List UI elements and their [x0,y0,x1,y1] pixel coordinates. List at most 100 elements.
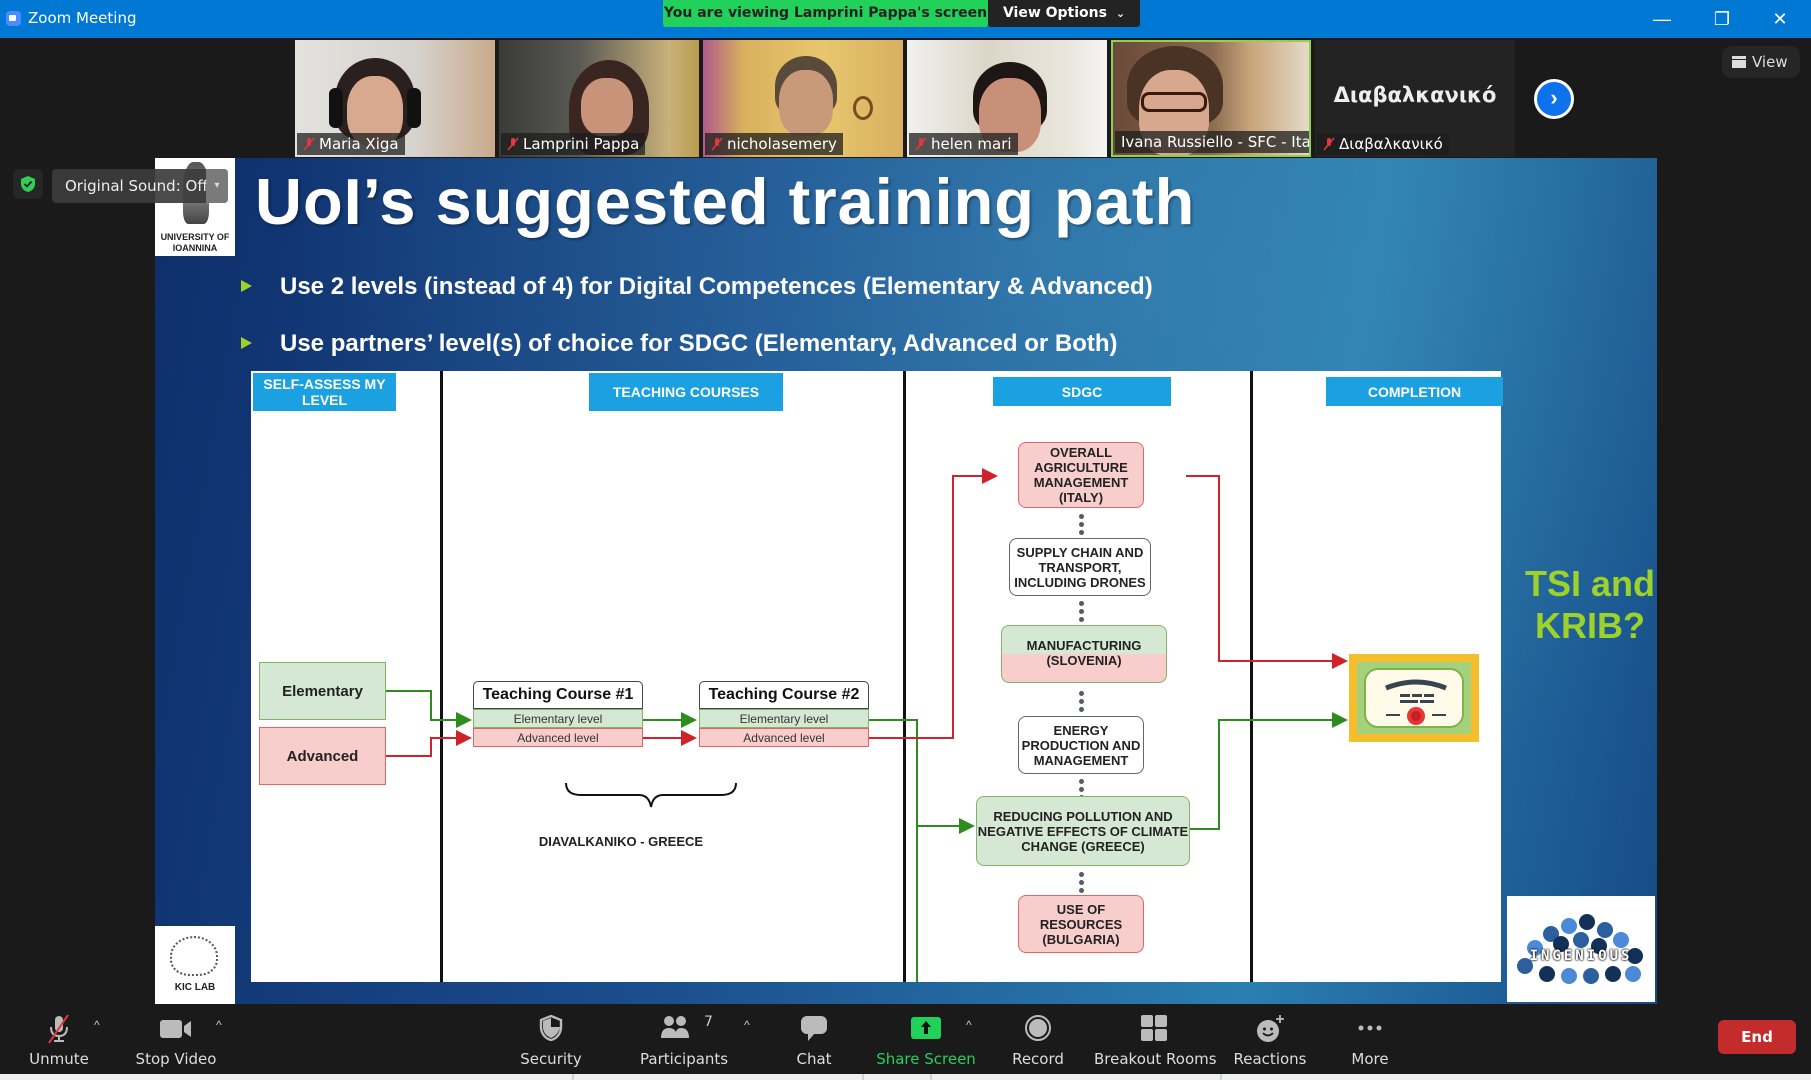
window-title: Zoom Meeting [28,9,137,27]
elementary-path-line [866,719,918,982]
share-screen-button[interactable]: Share Screen [876,1004,976,1074]
ellipsis-connector [1079,514,1085,538]
course-elementary-level: Elementary level [473,709,643,728]
next-page-button[interactable]: › [1534,79,1574,119]
sdgc-module-resources: USE OF RESOURCES (BULGARIA) [1018,895,1144,953]
divider [1220,1074,1222,1080]
ellipsis-connector [1079,601,1085,625]
bullet-arrow-icon [241,336,252,349]
chevron-right-icon: › [1550,85,1558,110]
mic-muted-icon [915,137,927,151]
breakout-rooms-label: Breakout Rooms [1094,1050,1217,1068]
ingenious-logo-text: INGENIOUS [1529,948,1633,964]
participants-button[interactable]: 7 Participants [640,1004,728,1074]
video-camera-icon [160,1020,191,1038]
mic-muted-icon [1323,137,1335,151]
mic-muted-icon [711,137,723,151]
divider [862,1074,864,1080]
participant-tile[interactable]: nicholasemery [703,40,903,157]
original-sound-toggle[interactable]: Original Sound: Off [52,169,228,203]
slide-side-note: TSI and KRIB? [1524,563,1655,646]
elementary-path-line [1186,712,1348,830]
encryption-shield-button[interactable] [13,169,43,199]
close-button[interactable]: ✕ [1752,0,1808,38]
sdgc-module-agriculture: OVERALL AGRICULTURE MANAGEMENT (ITALY) [1018,442,1144,508]
view-layout-button[interactable]: View [1722,46,1800,78]
elementary-path-line [386,690,472,728]
share-options-caret[interactable]: ^ [966,1018,972,1032]
diagram-connectors [386,468,1348,982]
audio-options-caret[interactable]: ^ [94,1018,100,1032]
headphones [407,88,421,128]
course-title: Teaching Course #1 [473,681,643,709]
breakout-rooms-button[interactable]: Breakout Rooms [1094,1004,1217,1074]
security-button[interactable]: Security [516,1004,586,1074]
original-sound-dropdown[interactable]: ▾ [206,169,228,203]
advanced-path-line [866,468,998,739]
participant-face [581,78,633,136]
ellipsis-connector [1079,691,1085,715]
participant-tile-active-speaker[interactable]: Ivana Russiello - SFC - Italy [1111,40,1311,157]
sdgc-module-pollution: REDUCING POLLUTION AND NEGATIVE EFFECTS … [976,796,1190,866]
headphones [329,88,343,128]
unmute-button[interactable]: Unmute [22,1004,96,1074]
advanced-path-line [386,730,472,757]
share-screen-arrow-icon [911,1017,941,1039]
advanced-level-box: Advanced [259,727,386,785]
slide-title: UoI’s suggested training path [255,165,1196,238]
breakout-rooms-grid-icon [1141,1015,1167,1041]
end-meeting-button[interactable]: End [1718,1020,1796,1054]
reaction-smiley-icon [1257,1015,1284,1042]
mic-muted-icon [507,137,519,151]
view-options-button[interactable]: View Options ⌄ [988,0,1140,27]
course-group-brace [565,782,737,808]
chat-label: Chat [796,1050,832,1068]
record-button[interactable]: Record [1006,1004,1070,1074]
video-gallery-strip: Maria Xiga Lamprini Pappa nicholasemery … [295,40,1517,157]
sdgc-module-energy: ENERGY PRODUCTION AND MANAGEMENT [1018,716,1144,774]
advanced-path-line [1186,475,1348,669]
taskbar-edge [0,1074,1811,1080]
participant-name-tag: Διαβαλκανικό [1317,133,1449,155]
chevron-down-icon: ⌄ [1115,7,1126,20]
view-options-label: View Options [1002,5,1107,21]
viewing-screen-banner: You are viewing Lamprini Pappa's screen [663,0,988,27]
ingenious-logo: INGENIOUS [1507,896,1655,1002]
more-label: More [1351,1050,1389,1068]
unmute-label: Unmute [29,1050,89,1068]
certificate-details [1385,679,1447,725]
stop-video-button[interactable]: Stop Video [134,1004,218,1074]
record-label: Record [1012,1050,1064,1068]
divider [572,1074,574,1080]
participants-options-caret[interactable]: ^ [744,1018,750,1032]
participant-tile[interactable]: Maria Xiga [295,40,495,157]
ellipsis-connector [1079,872,1085,896]
reactions-button[interactable]: Reactions [1230,1004,1310,1074]
slide-bullet: Use partners’ level(s) of choice for SDG… [241,330,1118,358]
bullet-arrow-icon [241,279,252,292]
participant-tile[interactable]: Lamprini Pappa [499,40,699,157]
wall-mirror [853,96,873,120]
gallery-view-icon [1732,56,1746,68]
slide-bullet: Use 2 levels (instead of 4) for Digital … [241,273,1153,301]
stop-video-label: Stop Video [135,1050,217,1068]
security-label: Security [520,1050,582,1068]
participant-face [779,70,833,136]
course-title: Teaching Course #2 [699,681,869,709]
chat-button[interactable]: Chat [786,1004,842,1074]
teaching-course-1: Teaching Course #1 Elementary level Adva… [473,681,643,747]
video-options-caret[interactable]: ^ [216,1018,222,1032]
minimize-button[interactable]: — [1634,0,1690,38]
sdgc-module-manufacturing: MANUFACTURING (SLOVENIA) [1001,625,1167,683]
restore-button[interactable]: ❐ [1694,0,1750,38]
participant-tile[interactable]: helen mari [907,40,1107,157]
participant-name-tag: Lamprini Pappa [501,133,646,155]
mic-muted-icon [303,137,315,151]
participant-name-tag: Maria Xiga [297,133,405,155]
kic-lab-logo: KIC LAB [155,926,235,1004]
participant-tile[interactable]: Διαβαλκανικό Διαβαλκανικό [1315,40,1515,157]
view-layout-label: View [1752,53,1788,71]
teaching-course-2: Teaching Course #2 Elementary level Adva… [699,681,869,747]
reactions-label: Reactions [1233,1050,1307,1068]
more-button[interactable]: More [1340,1004,1400,1074]
